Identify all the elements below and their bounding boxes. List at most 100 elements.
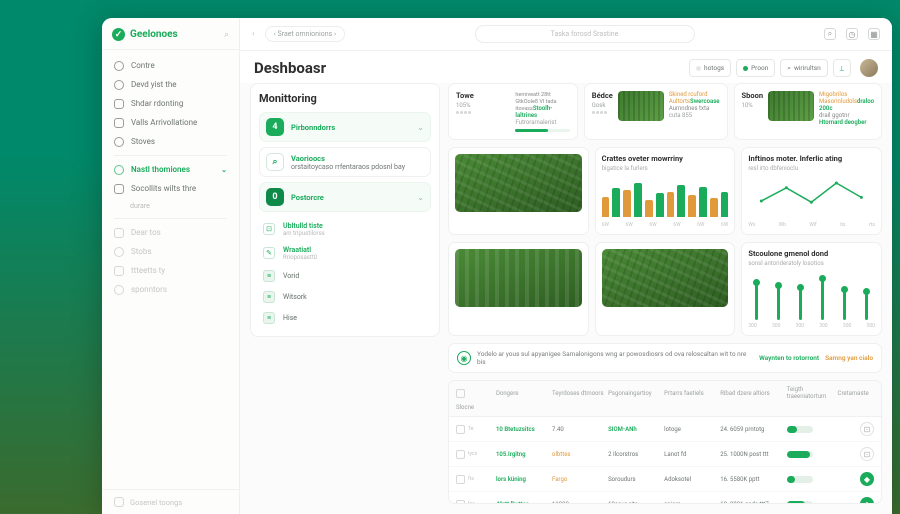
nav-sub[interactable]: durare xyxy=(102,198,239,214)
brand-name: Geelonoes xyxy=(130,29,178,40)
nav-label: Stoves xyxy=(131,137,155,146)
row-checkbox[interactable] xyxy=(456,425,465,434)
banner-text: Yodelo ar yous sul apyanigee Samalonigon… xyxy=(477,350,753,366)
search-icon: ⌕ xyxy=(266,153,284,171)
photo-card-2[interactable] xyxy=(448,242,589,336)
table-row[interactable]: for 40rtt lhyttes11000 10sour citesniors… xyxy=(449,492,881,504)
list-icon: ≡ xyxy=(263,270,275,282)
breadcrumb[interactable]: ‹ Sraet omnionions › xyxy=(265,26,345,42)
monitor-text: Vaorioocsorstaitoycaso rrfentaraos pdosn… xyxy=(291,154,424,171)
chart-title: Stcoulone gmenol dond xyxy=(748,249,875,258)
nav-label: Valls Arrivollatione xyxy=(131,118,197,127)
square-icon xyxy=(114,184,124,194)
row-action-icon[interactable]: ⊡ xyxy=(860,422,874,436)
nav-label: Stobs xyxy=(131,247,151,256)
chip-wirirultsn[interactable]: ⌕ wirirultsn xyxy=(780,59,827,77)
banner-link-1[interactable]: Waynten to rotorront xyxy=(759,354,819,362)
monitor-item[interactable]: ≡Witsork xyxy=(259,286,431,307)
monitor-row-1[interactable]: 4 Pirbonndorrs ⌄ xyxy=(259,112,431,142)
stem-chart xyxy=(748,272,875,320)
list-icon: ≡ xyxy=(263,312,275,324)
row-action-icon[interactable]: ◆ xyxy=(860,497,874,504)
chip-cart[interactable]: ⟂ xyxy=(833,59,851,77)
crop-photo xyxy=(602,249,729,307)
settings-icon xyxy=(114,497,124,507)
app-window: ✓ Geelonoes ⌕ Contre Devd yist the Shdar… xyxy=(102,18,892,514)
bar-chart-card[interactable]: Crattes oveter mowrriny bigatice la furl… xyxy=(595,147,736,235)
box-icon xyxy=(114,228,124,238)
page-title: Deshboasr xyxy=(254,59,326,77)
charts-row-2: Stcoulone gmenol dond sonsl antoriderato… xyxy=(448,242,882,336)
row-checkbox[interactable] xyxy=(456,450,465,459)
table-row[interactable]: Te 10 Btetuzsitcs7.40 SIOM-ANhlotoge24. … xyxy=(449,417,881,442)
topbar: ‹ ‹ Sraet omnionions › Taska forosd Sras… xyxy=(240,18,892,51)
nav-label: sponntors xyxy=(131,285,167,294)
chip-hotogs[interactable]: hotogs xyxy=(689,59,731,77)
chart-sub: sonsl antorideratoly losotios xyxy=(748,260,875,267)
nav-socollits[interactable]: Socollits wilts thre xyxy=(102,179,239,198)
nav-label: Nastl thomiones xyxy=(131,165,190,174)
monitor-row-2[interactable]: ⌕ Vaorioocsorstaitoycaso rrfentaraos pdo… xyxy=(259,147,431,177)
clock-icon[interactable]: ◷ xyxy=(846,28,858,40)
monitor-item[interactable]: ≡Hise xyxy=(259,307,431,328)
row-action-icon[interactable]: ⊡ xyxy=(860,447,874,461)
monitor-row-3[interactable]: 0 Postorcre ⌄ xyxy=(259,182,431,212)
list-icon: ≡ xyxy=(263,291,275,303)
chevron-down-icon: ⌄ xyxy=(417,123,424,132)
stat-card-1[interactable]: Towe105% hemiveatt 28tt GtkOole8 Vl tada… xyxy=(448,83,578,140)
stat-card-3[interactable]: Sboon10% Migobrilos Masorinludolsdraloo … xyxy=(734,83,882,140)
brand: ✓ Geelonoes ⌕ xyxy=(102,18,239,50)
nav-valls[interactable]: Valls Arrivollatione xyxy=(102,113,239,132)
bottle-icon xyxy=(114,61,124,71)
chart-sub: resl irto dbfenioclu xyxy=(748,165,875,172)
row-action-icon[interactable]: ◆ xyxy=(860,472,874,486)
chip-proon[interactable]: Proon xyxy=(736,59,775,77)
nav-label: Socollits wilts thre xyxy=(131,184,196,193)
nav-label: Dear tos xyxy=(131,228,161,237)
sidebar-search-icon[interactable]: ⌕ xyxy=(224,30,229,40)
avatar[interactable] xyxy=(860,59,878,77)
back-icon[interactable]: ‹ xyxy=(252,29,255,39)
info-banner: ◉ Yodelo ar yous sul apyanigee Samalonig… xyxy=(448,343,882,373)
table-header: DongereTeyrdoses dtmoorsPsgonaingartioyP… xyxy=(449,381,881,417)
row-checkbox[interactable] xyxy=(456,475,465,484)
nav-devd[interactable]: Devd yist the xyxy=(102,75,239,94)
data-table: DongereTeyrdoses dtmoorsPsgonaingartioyP… xyxy=(448,380,882,504)
monitor-text: Postorcre xyxy=(291,193,410,202)
nav-nastl[interactable]: Nastl thomiones⌄ xyxy=(102,160,239,179)
main: ‹ ‹ Sraet omnionions › Taska forosd Sras… xyxy=(240,18,892,514)
row-checkbox[interactable] xyxy=(456,500,465,505)
photo-card-3[interactable] xyxy=(595,242,736,336)
search-icon[interactable]: ⌕ xyxy=(824,28,836,40)
circle-icon xyxy=(114,247,124,257)
banner-link-2[interactable]: Samng yan cialo xyxy=(825,354,873,362)
photo-card-1[interactable] xyxy=(448,147,589,235)
nav-label: Devd yist the xyxy=(131,80,177,89)
nav-stoves[interactable]: Stoves xyxy=(102,132,239,151)
nav-dear[interactable]: Dear tos xyxy=(102,223,239,242)
nav-ttteetts[interactable]: ttteetts ty xyxy=(102,261,239,280)
nav-contre[interactable]: Contre xyxy=(102,56,239,75)
monitor-item[interactable]: ✎WraatiatlRrioposastt0 xyxy=(259,241,431,265)
search-input[interactable]: Taska forosd Srastine xyxy=(475,25,695,43)
monitor-item[interactable]: ≡Vorid xyxy=(259,265,431,286)
nav-footer[interactable]: Gosenel toongs xyxy=(102,489,239,514)
nav-stobs[interactable]: Stobs xyxy=(102,242,239,261)
calendar-icon[interactable]: ▦ xyxy=(868,28,880,40)
leaf-icon: ✎ xyxy=(263,247,275,259)
stem-chart-card[interactable]: Stcoulone gmenol dond sonsl antoriderato… xyxy=(741,242,882,336)
nav-label: Contre xyxy=(131,61,155,70)
line-chart-card[interactable]: Inftinos moter. Inferlic ating resl irto… xyxy=(741,147,882,235)
doc-icon: ⊡ xyxy=(263,223,275,235)
monitor-item[interactable]: ⊡Ubltulld tisteam tripustilorss xyxy=(259,217,431,241)
table-row[interactable]: fts lors küningFargo SoroudursAdoksotel1… xyxy=(449,467,881,492)
table-row[interactable]: tycs 105.Irgitngolbttes 2 IlcorstrosLano… xyxy=(449,442,881,467)
nav-sponntors[interactable]: sponntors xyxy=(102,280,239,299)
square-icon xyxy=(114,266,124,276)
nav-shdar[interactable]: Shdar rdonting xyxy=(102,94,239,113)
info-icon: ◉ xyxy=(457,351,471,365)
nav-label: Shdar rdonting xyxy=(131,99,183,108)
nav-label: ttteetts ty xyxy=(131,266,165,275)
stat-card-2[interactable]: BédceGosk Skined rcuford AultortsSwercoa… xyxy=(584,83,728,140)
monitor-text: Pirbonndorrs xyxy=(291,123,410,132)
